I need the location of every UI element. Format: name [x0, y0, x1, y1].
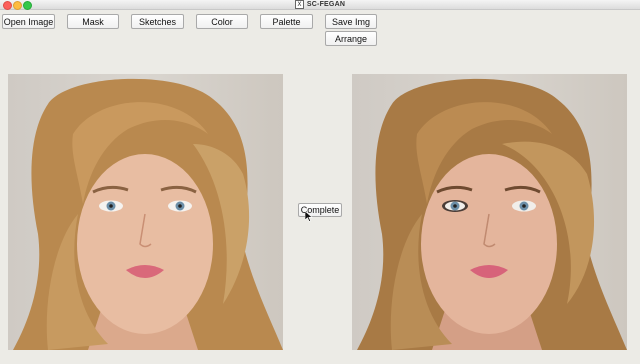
- palette-button[interactable]: Palette: [260, 14, 313, 29]
- title-bar: X SC-FEGAN: [0, 0, 640, 10]
- color-button[interactable]: Color: [196, 14, 248, 29]
- mouse-pointer-icon: [305, 211, 313, 222]
- x11-icon: X: [294, 0, 304, 9]
- output-image[interactable]: [352, 74, 627, 350]
- input-image[interactable]: [8, 74, 283, 350]
- arrange-button[interactable]: Arrange: [325, 31, 377, 46]
- mask-button[interactable]: Mask: [67, 14, 119, 29]
- sketches-button[interactable]: Sketches: [131, 14, 184, 29]
- save-img-button[interactable]: Save Img: [325, 14, 377, 29]
- portrait-result-image: [357, 78, 627, 350]
- portrait-image: [13, 78, 283, 350]
- open-image-button[interactable]: Open Image: [2, 14, 55, 29]
- window-title: SC-FEGAN: [306, 1, 346, 8]
